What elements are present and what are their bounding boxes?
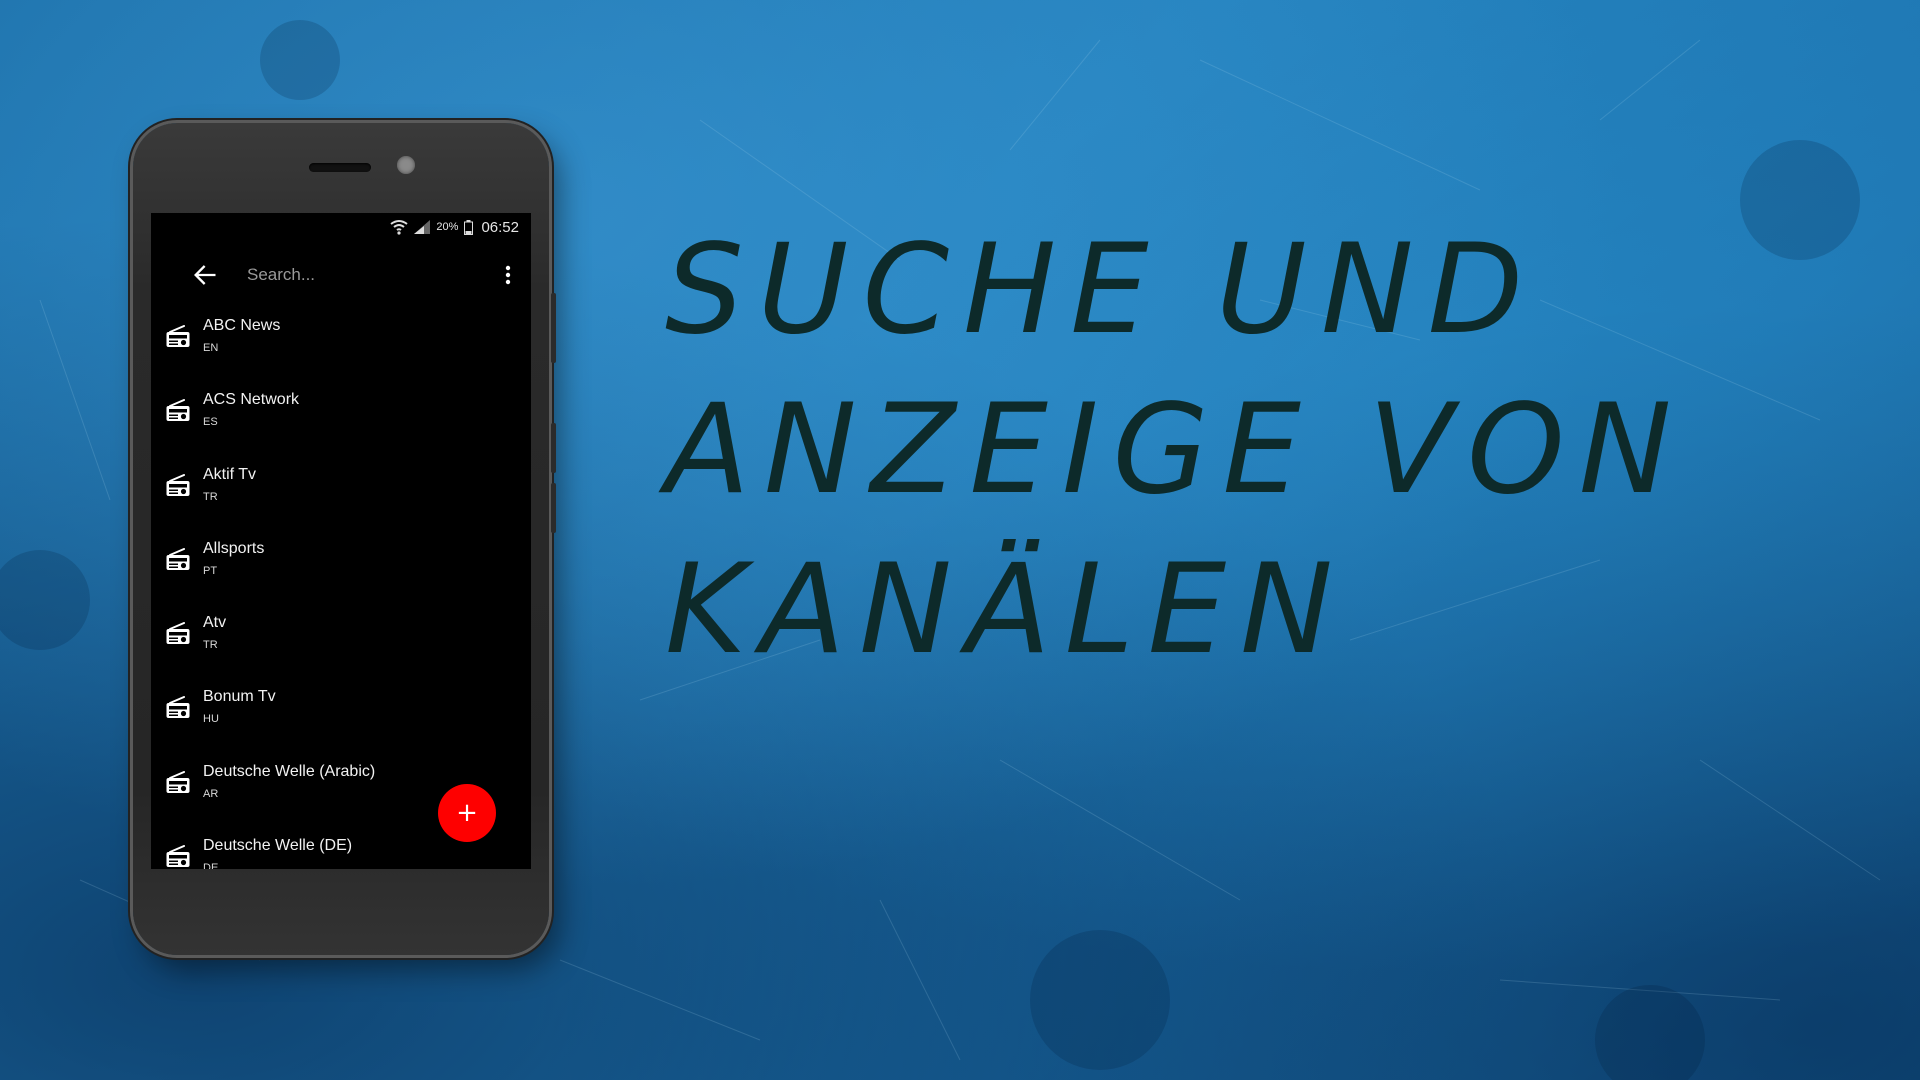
battery-percent: 20% — [436, 221, 459, 233]
search-input[interactable] — [247, 259, 467, 291]
radio-icon — [166, 696, 190, 719]
radio-icon — [166, 622, 190, 645]
radio-icon — [166, 845, 190, 868]
more-vert-icon[interactable] — [499, 261, 517, 289]
radio-icon — [166, 325, 190, 347]
channel-name: Bonum Tv — [203, 688, 276, 706]
clock: 06:52 — [481, 218, 519, 236]
wifi-icon — [390, 220, 409, 235]
radio-icon — [166, 547, 190, 570]
phone-side-button — [551, 483, 556, 533]
phone-camera — [397, 156, 415, 174]
list-item[interactable]: Bonum Tv HU — [151, 676, 531, 750]
channel-name: ABC News — [203, 317, 281, 334]
page-title: Suche und Anzeige von Kanälen — [665, 210, 1785, 690]
phone-earpiece — [309, 163, 371, 172]
channel-name: Atv — [203, 614, 227, 632]
list-item[interactable]: Aktif Tv TR — [151, 454, 531, 528]
list-item[interactable]: Allsports PT — [151, 528, 531, 602]
search-toolbar — [151, 247, 531, 303]
add-channel-button[interactable]: + — [438, 784, 496, 842]
phone-screen: 20% 06:52 Search... ABC News EN ACS Netw… — [151, 213, 531, 869]
list-item[interactable]: ACS Network ES — [151, 379, 531, 453]
radio-icon — [166, 770, 190, 793]
channel-language: ES — [203, 416, 218, 429]
channel-language: DE — [203, 862, 219, 869]
title-line: Suche und — [665, 218, 1538, 362]
channel-language: TR — [203, 639, 218, 652]
radio-icon — [166, 399, 190, 422]
phone-side-button — [551, 423, 556, 473]
title-line: Anzeige von — [665, 378, 1686, 522]
battery-icon — [464, 219, 474, 235]
channel-name: Allsports — [203, 539, 265, 557]
channel-language: HU — [203, 713, 219, 726]
list-item[interactable]: Atv TR — [151, 602, 531, 676]
back-arrow-icon[interactable] — [191, 261, 219, 289]
channel-language: AR — [203, 787, 219, 800]
status-bar: 20% 06:52 — [151, 213, 531, 241]
title-line: Kanälen — [665, 538, 1347, 682]
channel-name: Deutsche Welle (Arabic) — [203, 762, 376, 780]
phone-mockup: 20% 06:52 Search... ABC News EN ACS Netw… — [133, 123, 556, 955]
channel-name: Aktif Tv — [203, 465, 257, 483]
radio-icon — [166, 473, 190, 496]
phone-side-button — [551, 293, 556, 363]
signal-icon — [414, 220, 431, 234]
channel-language: TR — [203, 490, 218, 503]
channel-name: ACS Network — [203, 391, 300, 409]
channel-language: PT — [203, 564, 218, 577]
channel-name: Deutsche Welle (DE) — [203, 837, 353, 855]
channel-language: EN — [203, 342, 219, 354]
list-item[interactable]: ABC News EN — [151, 305, 531, 379]
